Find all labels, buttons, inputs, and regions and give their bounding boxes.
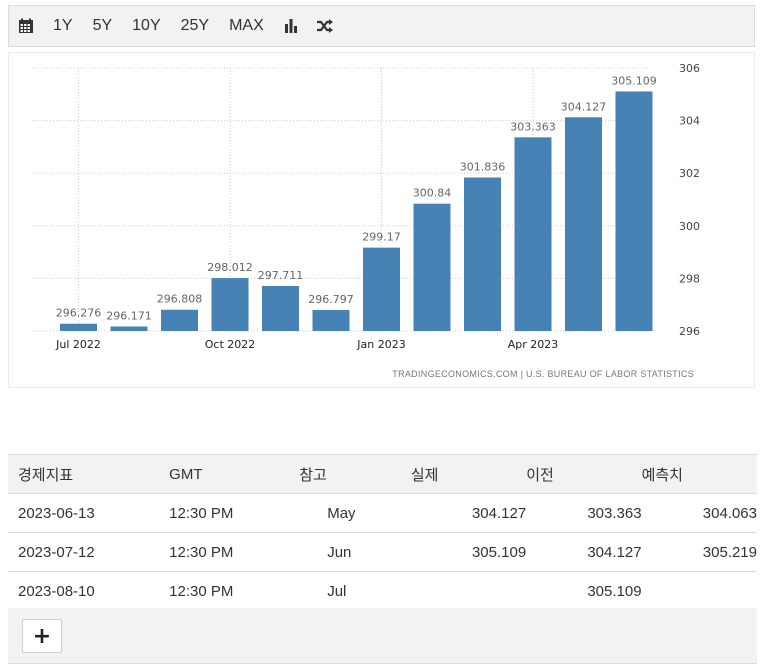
bar-chart-icon[interactable] [274,6,308,46]
value-label: 296.276 [56,307,102,320]
bar[interactable] [514,137,552,331]
range-max-button[interactable]: MAX [219,6,274,46]
y-tick-label: 296 [679,325,700,338]
cell-gmt: 12:30 PM [169,493,300,533]
cell-gmt: 12:30 PM [169,532,300,572]
y-tick-label: 306 [679,62,700,75]
header-gmt: GMT [169,454,300,494]
bar[interactable] [110,326,148,331]
value-label: 303.363 [510,120,556,133]
source-credit: TRADINGECONOMICS.COM | U.S. BUREAU OF LA… [392,369,694,379]
cell-reference: May [299,493,411,533]
cell-forecast: 304.063 [641,493,757,533]
y-axis-ticks: 296 298 300 302 304 306 [679,62,700,338]
range-1y-button[interactable]: 1Y [43,6,83,46]
bar-chart: 296.276 296.171 296.808 298.012 297.711 296.7… [32,62,700,379]
bars [60,91,653,331]
table-header-row: 경제지표 GMT 참고 실제 이전 예측치 [8,454,757,494]
calendar-table: 경제지표 GMT 참고 실제 이전 예측치 2023-06-13 12:30 P… [8,454,757,611]
value-label: 305.109 [611,74,657,87]
cell-gmt: 12:30 PM [169,571,300,611]
range-25y-button[interactable]: 25Y [171,6,219,46]
bar[interactable] [262,286,299,331]
cell-previous: 305.109 [526,571,642,611]
cell-forecast: 305.219 [641,532,757,572]
range-5y-button[interactable]: 5Y [83,6,123,46]
add-row-button[interactable]: + [22,619,62,653]
table-row: 2023-08-10 12:30 PM Jul 305.109 [8,571,757,611]
value-label: 296.797 [308,293,354,306]
cell-reference: Jul [299,571,411,611]
bar[interactable] [363,247,400,331]
shuffle-icon[interactable] [308,6,342,46]
x-tick-label: Apr 2023 [508,338,559,351]
table-row: 2023-07-12 12:30 PM Jun 305.109 304.127 … [8,532,757,572]
y-tick-label: 300 [679,220,700,233]
value-label: 299.17 [362,231,401,244]
cell-actual: 305.109 [410,532,527,572]
y-tick-label: 302 [679,167,700,180]
y-tick-label: 298 [679,272,700,285]
bar[interactable] [211,278,249,331]
bar[interactable] [464,177,501,331]
x-tick-label: Oct 2022 [205,338,256,351]
x-axis-ticks: Jul 2022 Oct 2022 Jan 2023 Apr 2023 [55,338,558,351]
value-label: 296.171 [106,310,152,323]
value-label: 300.84 [413,187,452,200]
bar[interactable] [565,117,602,331]
bar[interactable] [312,310,350,331]
chart-toolbar: 1Y 5Y 10Y 25Y MAX [8,5,755,47]
header-indicator: 경제지표 [8,454,170,494]
x-tick-label: Jan 2023 [356,338,405,351]
cell-date: 2023-06-13 [8,493,170,533]
bar[interactable] [615,91,653,331]
cell-date: 2023-08-10 [8,571,170,611]
value-label: 296.808 [157,293,203,306]
bar[interactable] [161,309,198,331]
value-label: 304.127 [561,100,607,113]
table-footer: + [8,608,757,664]
cell-actual: 304.127 [410,493,527,533]
table-row: 2023-06-13 12:30 PM May 304.127 303.363 … [8,493,757,533]
header-previous: 이전 [526,454,642,494]
cell-actual [410,571,527,611]
header-actual: 실제 [410,454,527,494]
bar[interactable] [60,323,97,331]
x-tick-label: Jul 2022 [55,338,101,351]
y-tick-label: 304 [679,115,700,128]
cell-previous: 303.363 [526,493,642,533]
cell-reference: Jun [299,532,411,572]
grid-lines [32,67,649,332]
value-label: 301.836 [460,161,506,174]
bar[interactable] [413,203,451,331]
chart-panel: 296.276 296.171 296.808 298.012 297.711 296.7… [8,52,755,388]
cell-forecast [641,571,757,611]
header-forecast: 예측치 [641,454,757,494]
calendar-icon[interactable] [9,6,43,46]
value-label: 298.012 [207,261,253,274]
header-reference: 참고 [299,454,411,494]
cell-previous: 304.127 [526,532,642,572]
cell-date: 2023-07-12 [8,532,170,572]
range-10y-button[interactable]: 10Y [122,6,170,46]
value-label: 297.711 [258,269,304,282]
